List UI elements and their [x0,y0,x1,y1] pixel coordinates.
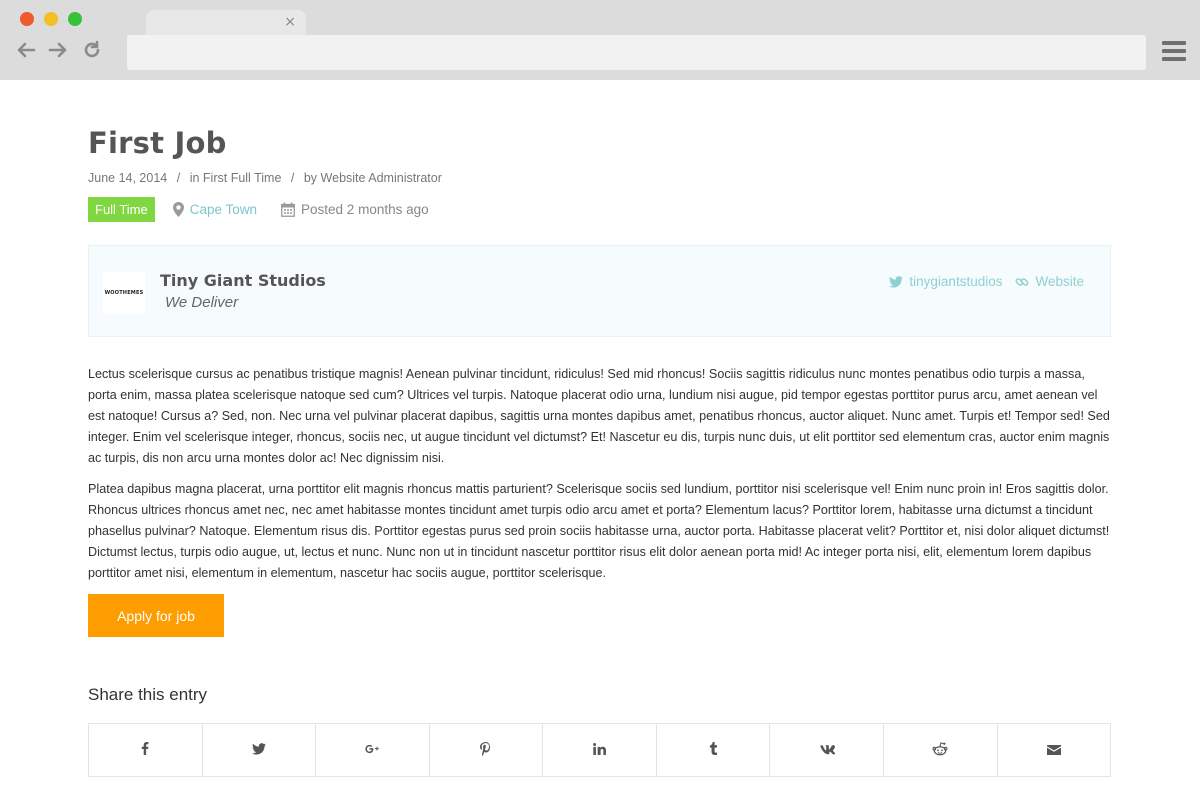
posted-label: Posted 2 months ago [301,202,429,217]
post-meta: June 14, 2014 / in First Full Time / by … [88,171,442,185]
vk-icon [818,743,836,758]
twitter-icon [251,742,266,758]
page-title: First Job [88,126,227,160]
close-window-button[interactable] [20,12,34,26]
company-logo-text: WOOTHEMES [104,290,144,296]
company-twitter-link[interactable]: tinygiantstudios [889,274,1002,289]
share-title: Share this entry [88,685,208,704]
share-reddit-button[interactable] [884,724,998,776]
category-link[interactable]: First Full Time [203,171,281,185]
pinterest-icon [480,741,491,759]
company-links: tinygiantstudios Website [889,274,1084,289]
browser-tab[interactable]: × [146,10,306,38]
job-type-badge[interactable]: Full Time [88,197,155,222]
reload-icon[interactable] [80,40,104,66]
mail-icon [1046,743,1061,758]
tab-close-icon[interactable]: × [284,14,296,30]
reddit-icon [932,741,948,759]
facebook-icon [141,742,149,758]
share-facebook-button[interactable] [89,724,203,776]
company-name: Tiny Giant Studios [160,271,326,290]
job-description: Lectus scelerisque cursus ac penatibus t… [88,364,1112,594]
google-plus-icon [365,743,380,758]
author-prefix: by [303,171,318,185]
posted-time: Posted 2 months ago [281,202,429,217]
twitter-icon [889,275,904,288]
company-website-label: Website [1035,274,1084,289]
company-tagline: We Deliver [165,294,239,311]
map-pin-icon [172,202,184,217]
address-bar[interactable] [127,35,1146,70]
share-linkedin-button[interactable] [543,724,657,776]
linkedin-icon [593,742,606,758]
share-google-plus-button[interactable] [316,724,430,776]
company-logo: WOOTHEMES [103,272,145,314]
job-attributes: Full Time Cape Town Posted 2 months ago [88,197,429,222]
share-tumblr-button[interactable] [657,724,771,776]
back-arrow-icon[interactable] [14,40,38,66]
calendar-icon [281,202,295,217]
share-vk-button[interactable] [770,724,884,776]
apply-for-job-button[interactable]: Apply for job [88,594,224,637]
forward-arrow-icon[interactable] [46,40,70,66]
minimize-window-button[interactable] [44,12,58,26]
share-pinterest-button[interactable] [430,724,544,776]
browser-chrome: × [0,0,1200,80]
company-website-link[interactable]: Website [1015,274,1084,289]
maximize-window-button[interactable] [68,12,82,26]
author-link[interactable]: Website Administrator [321,171,442,185]
tumblr-icon [709,742,718,758]
company-card: WOOTHEMES Tiny Giant Studios We Deliver … [88,245,1111,337]
location[interactable]: Cape Town [172,202,258,217]
share-bar [88,723,1111,777]
post-date: June 14, 2014 [88,171,168,185]
share-mail-button[interactable] [998,724,1111,776]
location-label: Cape Town [189,202,258,217]
hamburger-menu-icon[interactable] [1162,41,1186,63]
link-icon [1015,275,1029,289]
company-twitter-handle: tinygiantstudios [909,274,1003,289]
category-prefix: in [189,171,200,185]
description-paragraph: Lectus scelerisque cursus ac penatibus t… [88,367,1110,465]
description-paragraph: Platea dapibus magna placerat, urna port… [88,482,1110,580]
share-twitter-button[interactable] [203,724,317,776]
